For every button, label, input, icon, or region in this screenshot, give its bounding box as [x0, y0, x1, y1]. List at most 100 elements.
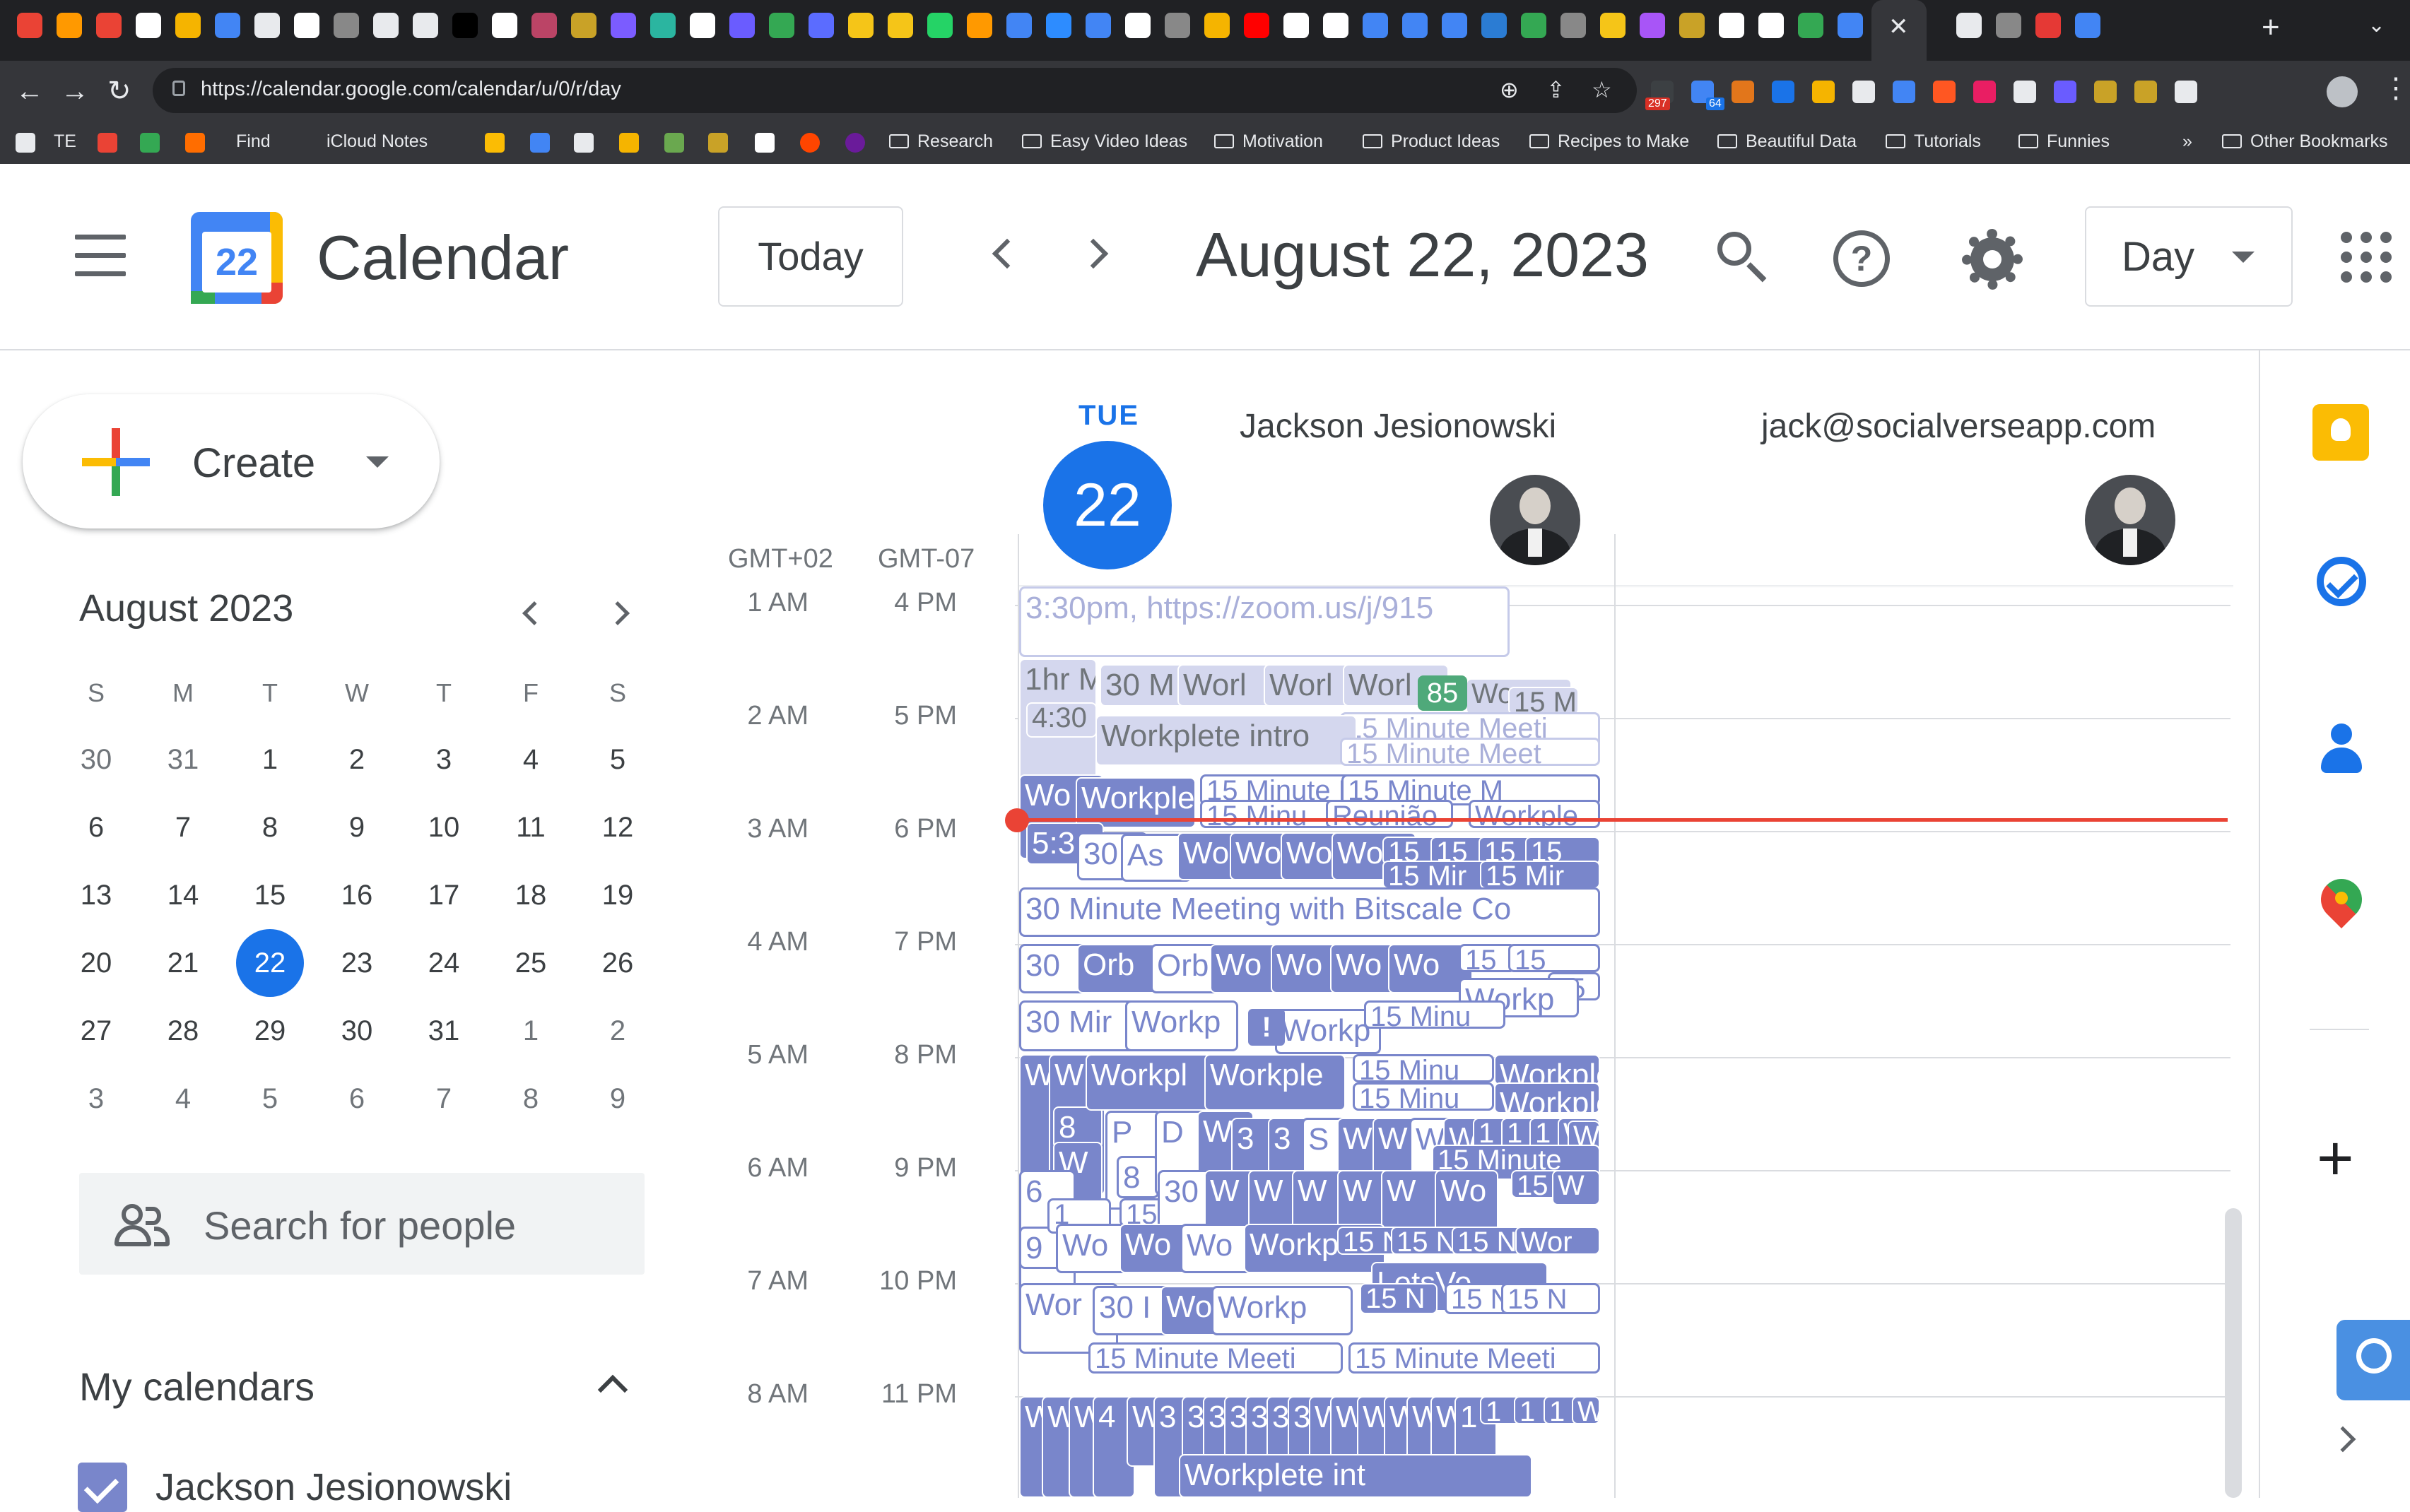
mini-day[interactable]: 13 — [62, 870, 130, 920]
calendar-event[interactable]: Workple — [1494, 1054, 1600, 1085]
calendar-event[interactable]: 15 N — [1501, 1283, 1600, 1314]
tab-favicon-icon[interactable] — [1402, 13, 1428, 38]
avatar[interactable] — [1490, 475, 1580, 565]
tab-favicon-icon[interactable] — [136, 13, 161, 38]
mini-day[interactable]: 20 — [62, 938, 130, 988]
dropdown-caret-icon[interactable] — [366, 456, 389, 468]
mini-day[interactable]: 16 — [323, 870, 391, 920]
calendar-event[interactable]: Wo — [1435, 1170, 1498, 1234]
forward-icon[interactable]: → — [61, 73, 89, 109]
tab-favicon-icon[interactable] — [531, 13, 557, 38]
url-text[interactable]: https://calendar.google.com/calendar/u/0… — [201, 78, 621, 101]
avatar[interactable] — [2085, 475, 2175, 565]
mini-day[interactable]: 21 — [149, 938, 217, 988]
calendar-event[interactable]: Workplete int — [1179, 1454, 1532, 1498]
add-icon[interactable]: + — [2317, 1127, 2354, 1191]
bookmark-beautiful-data[interactable]: Beautiful Data — [1717, 131, 1857, 152]
create-button[interactable]: Create — [23, 394, 440, 528]
extension-icon[interactable] — [2014, 81, 2036, 103]
bookmark-icon[interactable] — [619, 133, 639, 153]
maps-icon[interactable] — [2312, 870, 2371, 933]
calendar-event[interactable]: 4:30 — [1026, 702, 1097, 738]
zoom-helper-icon[interactable] — [2336, 1320, 2410, 1400]
tab-favicon-icon[interactable] — [334, 13, 359, 38]
mini-day[interactable]: 4 — [149, 1074, 217, 1123]
tab-favicon-icon[interactable] — [1283, 13, 1309, 38]
bookmark-tutorials[interactable]: Tutorials — [1886, 131, 1981, 152]
count-badge[interactable]: 85 — [1418, 675, 1467, 711]
bookmark-icon[interactable] — [574, 133, 594, 153]
mini-day[interactable]: 3 — [410, 735, 478, 784]
tab-close-icon[interactable]: ✕ — [1888, 14, 1909, 40]
mini-next-month-icon[interactable] — [606, 601, 630, 625]
mini-day[interactable]: 27 — [62, 1006, 130, 1056]
tab-favicon-icon[interactable] — [1560, 13, 1586, 38]
tab-favicon-icon[interactable] — [294, 13, 319, 38]
search-icon[interactable] — [1716, 230, 1773, 287]
calendar-event[interactable]: Reunião — [1326, 800, 1453, 828]
mini-day[interactable]: 25 — [497, 938, 565, 988]
mini-day[interactable]: 17 — [410, 870, 478, 920]
calendar-event[interactable]: 3:30pm, https://zoom.us/j/915 — [1019, 586, 1510, 657]
mini-day[interactable]: 24 — [410, 938, 478, 988]
tab-favicon-icon[interactable] — [927, 13, 953, 38]
drive-icon[interactable] — [485, 133, 505, 153]
mini-day[interactable]: 6 — [62, 803, 130, 852]
mini-day[interactable]: 19 — [584, 870, 652, 920]
mini-day[interactable]: 3 — [62, 1074, 130, 1123]
mini-day[interactable]: 4 — [497, 735, 565, 784]
mini-day[interactable]: 15 — [236, 870, 304, 920]
mini-day[interactable]: 1 — [236, 735, 304, 784]
mini-day[interactable]: 2 — [584, 1006, 652, 1056]
extension-icon[interactable] — [1732, 81, 1754, 103]
bookmarks-overflow-chevron[interactable]: » — [2182, 131, 2192, 152]
alert-badge[interactable]: ! — [1248, 1009, 1285, 1046]
tab-favicon-icon[interactable] — [1600, 13, 1626, 38]
calendar-checkbox[interactable] — [78, 1463, 127, 1512]
tab-favicon-icon[interactable] — [1640, 13, 1665, 38]
mini-day[interactable]: 31 — [410, 1006, 478, 1056]
tab-favicon-icon[interactable] — [57, 13, 82, 38]
calendar-event[interactable]: Workplete introducto — [1572, 1396, 1600, 1424]
tab-favicon-icon[interactable] — [215, 13, 240, 38]
mini-day[interactable]: 9 — [584, 1074, 652, 1123]
mini-day[interactable]: 28 — [149, 1006, 217, 1056]
calendar-logo[interactable]: 22 — [191, 212, 283, 304]
calendar-event[interactable]: 30 Minute Meeting with Bitscale Co — [1019, 887, 1600, 937]
tab-favicon-icon[interactable] — [1679, 13, 1705, 38]
help-icon[interactable]: ? — [1833, 230, 1890, 287]
calendar-event[interactable]: 15 Minute Meet — [1340, 738, 1600, 766]
calendar-event[interactable]: 15 Minute Meeti — [1348, 1342, 1600, 1374]
settings-icon[interactable] — [1962, 229, 2023, 290]
bookmark-star-icon[interactable]: ☆ — [1592, 76, 1612, 103]
mini-day[interactable]: 30 — [323, 1006, 391, 1056]
mini-day[interactable]: 11 — [497, 803, 565, 852]
calendar-event[interactable]: Workpl — [1086, 1054, 1213, 1111]
today-button[interactable]: Today — [718, 206, 903, 307]
tab-favicon-icon[interactable] — [1046, 13, 1071, 38]
tab-favicon-icon[interactable] — [1323, 13, 1348, 38]
calendar-event[interactable]: Wo — [1119, 1224, 1190, 1273]
bookmark-motivation[interactable]: Motivation — [1214, 131, 1323, 152]
extension-icon[interactable] — [1852, 81, 1875, 103]
mini-day[interactable]: 5 — [584, 735, 652, 784]
tab-favicon-icon[interactable] — [650, 13, 676, 38]
calendar-event[interactable]: 15 — [1459, 944, 1515, 972]
tab-favicon-icon[interactable] — [690, 13, 715, 38]
tab-favicon-icon[interactable] — [1758, 13, 1784, 38]
timezone-label[interactable]: GMT+02 — [728, 544, 833, 574]
tab-favicon-icon[interactable] — [848, 13, 874, 38]
bookmark-easy-video-ideas[interactable]: Easy Video Ideas — [1022, 131, 1187, 152]
reddit-icon[interactable] — [800, 133, 820, 153]
calendar-event[interactable]: 15 Minu — [1353, 1082, 1494, 1111]
view-selector[interactable]: Day — [2085, 206, 2293, 307]
amazon-icon[interactable] — [755, 133, 775, 153]
calendar-event[interactable]: 15 Mir — [1480, 861, 1600, 889]
bookmark-recipes[interactable]: Recipes to Make — [1529, 131, 1689, 152]
extension-icon[interactable] — [2175, 81, 2197, 103]
bookmark-research[interactable]: Research — [889, 131, 993, 152]
next-day-icon[interactable] — [1078, 238, 1109, 269]
calendar-event[interactable]: Workple — [1494, 1082, 1600, 1114]
calendar-event[interactable]: Workplete intro — [1095, 715, 1357, 766]
mini-day[interactable]: 26 — [584, 938, 652, 988]
